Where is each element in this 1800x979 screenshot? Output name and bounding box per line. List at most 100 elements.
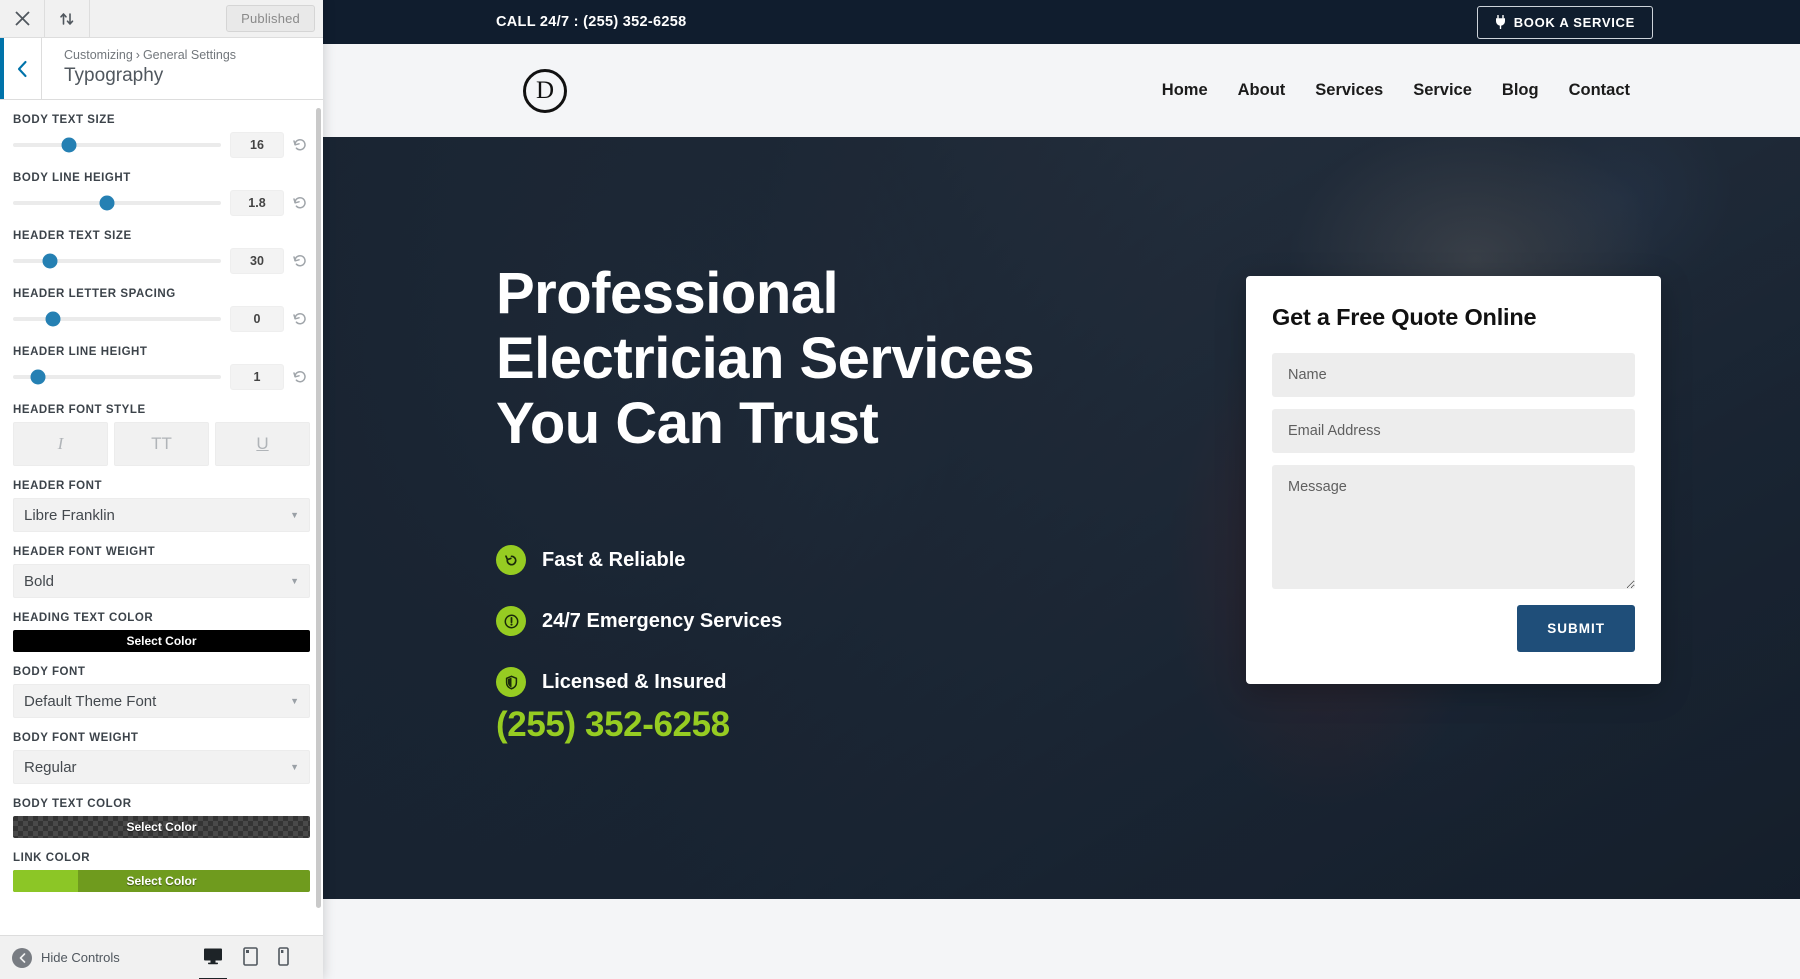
desktop-icon xyxy=(204,948,222,965)
control-label: LINK COLOR xyxy=(13,852,91,864)
header-line-height-slider[interactable] xyxy=(13,368,221,386)
customizer-section-header: Customizing › General Settings Typography xyxy=(0,38,323,100)
slider-track xyxy=(13,143,221,147)
feature-item: Licensed & Insured xyxy=(496,667,782,697)
close-icon[interactable] xyxy=(0,0,45,37)
body-line-height-slider[interactable] xyxy=(13,194,221,212)
body-font-select[interactable]: Default Theme Font ▼ xyxy=(13,684,310,718)
slider-knob[interactable] xyxy=(42,253,58,269)
reset-icon[interactable] xyxy=(290,254,310,268)
hero-heading-line-2: Electrician Services xyxy=(496,325,1035,391)
chevron-left-icon[interactable] xyxy=(0,38,42,99)
reset-icon[interactable] xyxy=(290,312,310,326)
tablet-icon xyxy=(243,947,258,966)
name-input[interactable] xyxy=(1272,353,1635,397)
body-text-size-slider[interactable] xyxy=(13,136,221,154)
quote-form-title: Get a Free Quote Online xyxy=(1272,304,1537,330)
slider-row: 30 xyxy=(13,248,310,274)
sidebar-scrollbar[interactable] xyxy=(316,108,321,908)
header-text-size-value[interactable]: 30 xyxy=(230,248,284,274)
header-letter-spacing-value[interactable]: 0 xyxy=(230,306,284,332)
hero-heading-line-3: You Can Trust xyxy=(496,390,879,456)
uppercase-button[interactable]: TT xyxy=(114,422,209,466)
underline-button[interactable]: U xyxy=(215,422,310,466)
color-button-label: Select Color xyxy=(126,820,197,834)
nav-item-services[interactable]: Services xyxy=(1315,81,1383,100)
nav-item-contact[interactable]: Contact xyxy=(1569,81,1630,100)
control-label: HEADER LETTER SPACING xyxy=(13,288,176,300)
slider-knob[interactable] xyxy=(30,369,46,385)
control-label: HEADING TEXT COLOR xyxy=(13,612,154,624)
control-header-font-weight: HEADER FONT WEIGHT Bold ▼ xyxy=(13,546,310,598)
device-preview-buttons xyxy=(199,947,311,979)
link-color-button[interactable]: Select Color xyxy=(13,870,310,892)
body-text-size-value[interactable]: 16 xyxy=(230,132,284,158)
book-a-service-label: BOOK A SERVICE xyxy=(1513,14,1635,30)
customizer-titles: Customizing › General Settings Typography xyxy=(42,38,236,99)
slider-knob[interactable] xyxy=(61,137,77,153)
desktop-preview-button[interactable] xyxy=(199,947,227,979)
hero-phone-number[interactable]: (255) 352-6258 xyxy=(496,705,730,745)
control-header-line-height: HEADER LINE HEIGHT 1 xyxy=(13,346,310,390)
submit-row: SUBMIT xyxy=(1272,605,1635,652)
feature-label: Fast & Reliable xyxy=(542,548,686,571)
page-below-hero xyxy=(323,899,1800,979)
hide-controls-button[interactable]: Hide Controls xyxy=(12,947,120,968)
header-line-height-value[interactable]: 1 xyxy=(230,364,284,390)
slider-row: 0 xyxy=(13,306,310,332)
control-label: HEADER TEXT SIZE xyxy=(13,230,132,242)
expand-collapse-icon[interactable] xyxy=(45,0,90,37)
italic-button[interactable]: I xyxy=(13,422,108,466)
header-font-weight-select[interactable]: Bold ▼ xyxy=(13,564,310,598)
customizer-sidebar: Published Customizing › General Settings T… xyxy=(0,0,323,979)
header-font-value: Libre Franklin xyxy=(24,506,115,524)
submit-button[interactable]: SUBMIT xyxy=(1517,605,1635,652)
plug-icon xyxy=(1495,15,1505,29)
reset-icon[interactable] xyxy=(290,196,310,210)
feature-item: 24/7 Emergency Services xyxy=(496,606,782,636)
control-label: BODY TEXT SIZE xyxy=(13,114,116,126)
page-title: Typography xyxy=(64,65,164,87)
breadcrumb: Customizing › General Settings xyxy=(64,47,236,63)
mobile-preview-button[interactable] xyxy=(278,947,289,968)
body-line-height-value[interactable]: 1.8 xyxy=(230,190,284,216)
control-header-font: HEADER FONT Libre Franklin ▼ xyxy=(13,480,310,532)
nav-item-blog[interactable]: Blog xyxy=(1502,81,1539,100)
reset-icon[interactable] xyxy=(290,370,310,384)
publish-button[interactable]: Published xyxy=(226,5,315,32)
reset-icon[interactable] xyxy=(290,138,310,152)
book-a-service-button[interactable]: BOOK A SERVICE xyxy=(1476,5,1653,39)
message-textarea[interactable] xyxy=(1272,465,1635,589)
nav-item-home[interactable]: Home xyxy=(1162,81,1208,100)
nav-item-service[interactable]: Service xyxy=(1413,81,1472,100)
customizer-footer: Hide Controls xyxy=(0,935,323,979)
customizer-controls-panel: BODY TEXT SIZE 16 BODY LINE HEIGHT 1.8 H… xyxy=(0,100,323,935)
header-letter-spacing-slider[interactable] xyxy=(13,310,221,328)
tablet-preview-button[interactable] xyxy=(243,947,258,968)
site-preview: CALL 24/7 : (255) 352-6258 BOOK A SERVIC… xyxy=(323,0,1800,979)
control-label: BODY LINE HEIGHT xyxy=(13,172,131,184)
slider-row: 1.8 xyxy=(13,190,310,216)
body-text-color-button[interactable]: Select Color xyxy=(13,816,310,838)
control-label: BODY TEXT COLOR xyxy=(13,798,132,810)
customizer-app: Published Customizing › General Settings T… xyxy=(0,0,1800,979)
header-text-size-slider[interactable] xyxy=(13,252,221,270)
slider-knob[interactable] xyxy=(99,195,115,211)
header-font-weight-value: Bold xyxy=(24,572,55,590)
control-header-font-style: HEADER FONT STYLE I TT U xyxy=(13,404,310,466)
hero-heading-line-1: Professional xyxy=(496,261,839,326)
nav-item-about[interactable]: About xyxy=(1238,81,1286,100)
email-input[interactable] xyxy=(1272,409,1635,453)
customizer-topbar: Published xyxy=(0,0,323,38)
heading-text-color-button[interactable]: Select Color xyxy=(13,630,310,652)
header-font-select[interactable]: Libre Franklin ▼ xyxy=(13,498,310,532)
alert-icon xyxy=(496,606,526,636)
mobile-icon xyxy=(278,947,289,966)
divi-logo[interactable]: D xyxy=(523,68,567,113)
slider-row: 1 xyxy=(13,364,310,390)
body-font-value: Default Theme Font xyxy=(24,692,157,710)
body-font-weight-select[interactable]: Regular ▼ xyxy=(13,750,310,784)
color-button-label: Select Color xyxy=(126,634,197,648)
slider-knob[interactable] xyxy=(45,311,61,327)
